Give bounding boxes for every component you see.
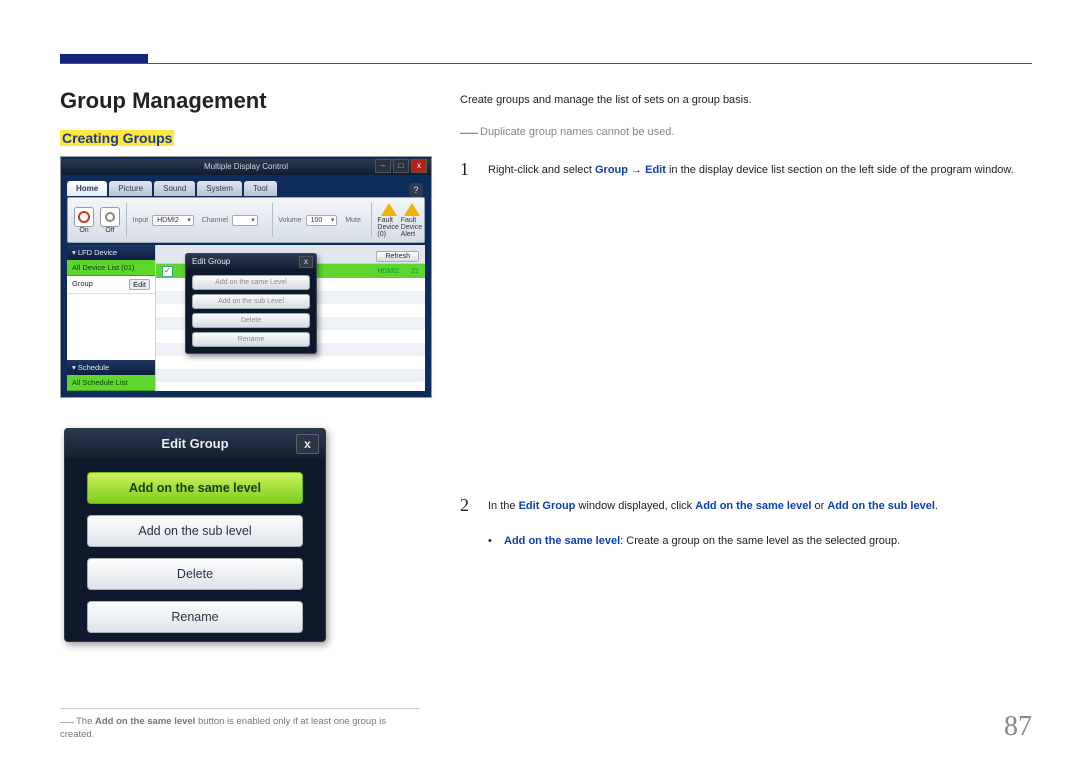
maximize-icon[interactable]: □	[393, 159, 409, 173]
content-row: Group Management Creating Groups Multipl…	[60, 88, 1030, 642]
note-duplicate: ―Duplicate group names cannot be used.	[460, 119, 1030, 146]
right-column: Create groups and manage the list of set…	[460, 88, 1030, 642]
mdc-window-buttons: – □ x	[375, 159, 427, 173]
intro-text: Create groups and manage the list of set…	[460, 92, 1030, 109]
fault-device-icon[interactable]: Fault Device (0)	[377, 203, 400, 238]
input-combo[interactable]: HDMI2	[152, 215, 194, 226]
row-num: 21	[399, 268, 419, 275]
btn-add-same-level[interactable]: Add on the same level	[87, 472, 303, 504]
channel-combo[interactable]	[232, 215, 258, 226]
mdc-ribbon: On Off Input HDMI2 Channel Volume 100 Mu…	[67, 197, 425, 243]
subsection-title: Creating Groups	[60, 130, 174, 146]
screenshot-mdc-window: Multiple Display Control – □ x Home Pict…	[60, 156, 432, 398]
sidebar-group-label: Group	[72, 279, 93, 290]
mdc-sidebar: ▾ LFD Device All Device List (01) Group …	[67, 245, 155, 391]
tab-home[interactable]: Home	[67, 181, 107, 196]
minimize-icon[interactable]: –	[375, 159, 391, 173]
header-rule	[60, 63, 1032, 64]
screenshot-edit-group-dialog: Edit Groupx Add on the same level Add on…	[64, 428, 326, 642]
dialog-close-icon[interactable]: x	[296, 434, 319, 454]
volume-combo[interactable]: 100	[306, 215, 338, 226]
checkbox-icon[interactable]: ✓	[162, 266, 173, 277]
dialog-title: Edit Groupx	[65, 429, 325, 458]
power-off-button[interactable]: Off	[100, 207, 120, 234]
mdc-tabs: Home Picture Sound System Tool	[67, 181, 277, 196]
mute-label: Mute	[345, 217, 361, 224]
step-1: 1 Right-click and select Group → Edit in…	[460, 160, 1030, 179]
page-number: 87	[1004, 711, 1032, 743]
opt-delete[interactable]: Delete	[192, 313, 310, 328]
step-1-number: 1	[460, 160, 474, 179]
step-2: 2 In the Edit Group window displayed, cl…	[460, 496, 1030, 515]
sidebar-header-schedule[interactable]: ▾ Schedule	[67, 360, 155, 375]
sidebar-all-schedule[interactable]: All Schedule List	[67, 375, 155, 391]
bullet-dot-icon: •	[488, 533, 494, 550]
row-input-value: HDMI2	[377, 268, 399, 275]
refresh-button[interactable]: Refresh	[376, 251, 419, 262]
step-1-body: Right-click and select Group → Edit in t…	[488, 160, 1030, 179]
footnote: ―The Add on the same level button is ena…	[60, 708, 420, 740]
tab-tool[interactable]: Tool	[244, 181, 277, 196]
close-icon[interactable]: x	[411, 159, 427, 173]
volume-label: Volume	[278, 217, 301, 224]
page-title: Group Management	[60, 88, 430, 114]
btn-rename[interactable]: Rename	[87, 601, 303, 633]
bullet-add-same-level: • Add on the same level: Create a group …	[488, 533, 1030, 550]
channel-label: Channel	[202, 217, 228, 224]
help-icon[interactable]: ?	[409, 183, 423, 197]
power-on-button[interactable]: On	[74, 207, 94, 234]
btn-delete[interactable]: Delete	[87, 558, 303, 590]
tab-sound[interactable]: Sound	[154, 181, 195, 196]
opt-add-same-level[interactable]: Add on the same Level	[192, 275, 310, 290]
tab-picture[interactable]: Picture	[109, 181, 152, 196]
edit-group-popup-small: Edit Groupx Add on the same Level Add on…	[185, 253, 317, 354]
fault-alert-icon[interactable]: Fault Device Alert	[401, 203, 424, 238]
opt-add-sub-level[interactable]: Add on the sub Level	[192, 294, 310, 309]
header-accent-block	[60, 54, 148, 63]
sidebar-group-row[interactable]: Group Edit	[67, 276, 155, 294]
step-2-body: In the Edit Group window displayed, clic…	[488, 496, 1030, 515]
popup-title: Edit Groupx	[186, 254, 316, 269]
left-column: Group Management Creating Groups Multipl…	[60, 88, 430, 642]
step-2-number: 2	[460, 496, 474, 515]
sidebar-all-devices[interactable]: All Device List (01)	[67, 260, 155, 276]
sidebar-header-lfd[interactable]: ▾ LFD Device	[67, 245, 155, 260]
opt-rename[interactable]: Rename	[192, 332, 310, 347]
popup-close-icon[interactable]: x	[299, 256, 313, 268]
tab-system[interactable]: System	[197, 181, 242, 196]
btn-add-sub-level[interactable]: Add on the sub level	[87, 515, 303, 547]
sidebar-edit-button[interactable]: Edit	[129, 279, 150, 290]
input-label: Input	[133, 217, 149, 224]
